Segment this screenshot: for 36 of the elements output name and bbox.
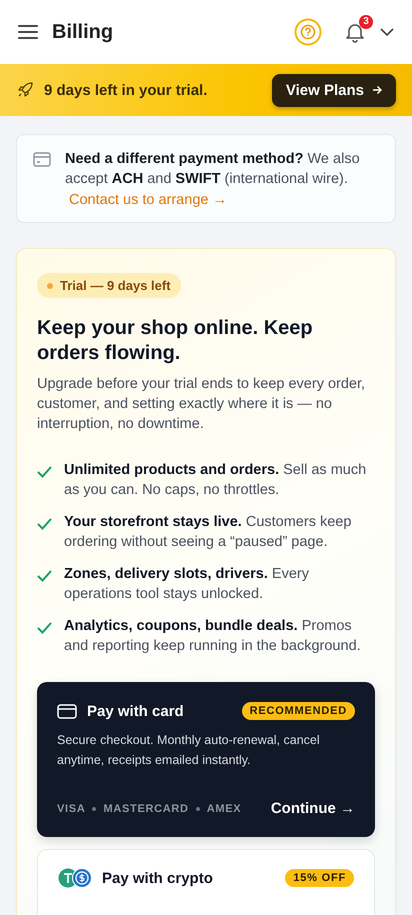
trial-heading: Keep your shop online. Keep orders flowing. <box>37 316 314 366</box>
notification-badge: 3 <box>359 15 373 29</box>
rocket-icon <box>16 81 34 99</box>
card-network: MASTERCARD <box>103 802 189 814</box>
feature-text: Your storefront stays live. Customers keep ordering without seeing a “paused” page. <box>64 513 352 552</box>
trial-text: 9 days left in your trial. <box>44 82 208 98</box>
feature-text: Analytics, coupons, bundle deals. Promos and reporting keep running in the background. <box>64 617 362 656</box>
chevron-down-icon[interactable] <box>380 28 394 36</box>
trial-badge: Trial — 9 days left <box>37 273 181 298</box>
coins-icon <box>58 868 92 888</box>
recommended-badge: RECOMMENDED <box>242 702 355 720</box>
check-icon <box>37 570 52 582</box>
feature-text: Unlimited products and orders. Sell as much as you can. No caps, no throttles. <box>64 461 368 500</box>
page-title: Billing <box>52 20 114 44</box>
continue-link[interactable]: Continue → <box>270 800 355 817</box>
card-icon <box>57 704 77 718</box>
card-payment-option[interactable]: Pay with card RECOMMENDED Secure checkout. Monthly auto-renewal, cancel anytime, receipts emailed instantly. VISA MASTERCARD AMEX Continue → <box>37 682 375 837</box>
view-plans-button[interactable]: View Plans <box>272 74 396 106</box>
option-description: Secure checkout. Monthly auto-renewal, cancel anytime, receipts emailed instantly. <box>57 732 321 769</box>
menu-icon[interactable] <box>18 24 38 40</box>
check-icon <box>37 518 52 530</box>
card-icon <box>33 152 51 167</box>
separator-dot <box>92 806 96 810</box>
payment-note-text: Need a different payment method? We also accept ACH and SWIFT (international wire). <box>65 150 361 189</box>
crypto-payment-option[interactable]: Pay with crypto 15% OFF <box>37 849 375 915</box>
option-title: Pay with crypto <box>102 870 214 886</box>
trial-subtitle: Upgrade before your trial ends to keep every order, customer, and setting exactly where it is — no interruption, no downtime. <box>37 375 366 434</box>
arrow-icon <box>372 85 382 95</box>
card-network: VISA <box>57 802 86 814</box>
separator-dot <box>196 806 200 810</box>
check-icon <box>37 622 52 634</box>
card-network: AMEX <box>206 802 242 814</box>
option-title: Pay with card <box>87 702 185 720</box>
discount-badge: 15% OFF <box>285 869 354 887</box>
check-icon <box>37 466 52 478</box>
feature-text: Zones, delivery slots, drivers. Every operations tool stays unlocked. <box>64 565 310 604</box>
